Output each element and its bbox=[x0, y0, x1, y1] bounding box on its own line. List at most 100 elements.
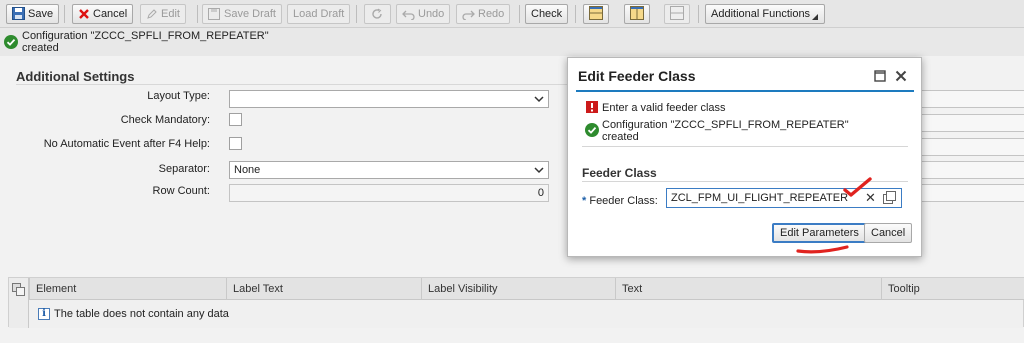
layout-columns-button[interactable] bbox=[624, 4, 650, 24]
column-header-label-visibility[interactable]: Label Visibility bbox=[421, 278, 615, 300]
chevron-down-icon bbox=[534, 167, 544, 174]
additional-functions-button[interactable]: Additional Functions bbox=[705, 4, 826, 24]
no-auto-event-checkbox[interactable] bbox=[229, 137, 242, 150]
right-field[interactable] bbox=[912, 184, 1024, 202]
right-field[interactable] bbox=[912, 90, 1024, 108]
success-message-line-2: created bbox=[602, 131, 639, 143]
message-line-1: Configuration "ZCCC_SPFLI_FROM_REPEATER" bbox=[22, 30, 269, 42]
column-header-element[interactable]: Element bbox=[29, 278, 226, 300]
error-icon bbox=[586, 101, 598, 113]
layout-split-button[interactable] bbox=[664, 4, 690, 24]
layout-split-icon bbox=[670, 6, 684, 20]
row-count-label: Row Count: bbox=[152, 185, 210, 197]
toolbar-divider bbox=[197, 5, 198, 23]
row-count-field[interactable]: 0 bbox=[229, 184, 549, 202]
clear-input-icon[interactable]: ✕ bbox=[865, 190, 876, 206]
row-count-value: 0 bbox=[537, 187, 544, 199]
feeder-class-label-text: Feeder Class: bbox=[589, 195, 658, 207]
layout-type-select[interactable] bbox=[229, 90, 549, 108]
message-text: Configuration "ZCCC_SPFLI_FROM_REPEATER"… bbox=[22, 30, 322, 54]
load-draft-button[interactable]: Load Draft bbox=[287, 4, 351, 24]
check-button[interactable]: Check bbox=[525, 4, 569, 24]
toolbar-divider bbox=[698, 5, 699, 23]
dropdown-corner-icon bbox=[812, 14, 819, 20]
feeder-class-value: ZCL_FPM_UI_FLIGHT_REPEATER bbox=[671, 192, 849, 204]
cancel-button[interactable]: Cancel bbox=[72, 4, 134, 24]
close-icon[interactable] bbox=[895, 70, 907, 82]
check-label: Check bbox=[531, 8, 563, 20]
toolbar-divider bbox=[519, 5, 520, 23]
error-message: Enter a valid feeder class bbox=[602, 102, 726, 114]
section-title: Additional Settings bbox=[16, 69, 135, 84]
column-header-text[interactable]: Text bbox=[615, 278, 881, 300]
load-draft-label: Load Draft bbox=[293, 8, 345, 20]
success-check-icon bbox=[585, 123, 599, 137]
section-divider bbox=[16, 84, 576, 85]
toolbar-divider bbox=[575, 5, 576, 23]
separator-label: Separator: bbox=[158, 163, 210, 175]
required-marker: * bbox=[582, 195, 587, 207]
dialog-divider bbox=[582, 146, 908, 147]
layout-rows-button[interactable] bbox=[583, 4, 609, 24]
refresh-button[interactable] bbox=[364, 4, 391, 24]
check-mandatory-label: Check Mandatory: bbox=[120, 114, 210, 126]
table-header: Element Label Text Label Visibility Text… bbox=[9, 278, 1024, 300]
elements-table: Element Label Text Label Visibility Text… bbox=[8, 277, 1024, 328]
right-field[interactable] bbox=[912, 161, 1024, 179]
redo-icon bbox=[462, 10, 475, 21]
layout-columns-icon bbox=[630, 6, 644, 20]
no-auto-event-label: No Automatic Event after F4 Help: bbox=[43, 138, 210, 150]
save-button[interactable]: Save bbox=[6, 4, 60, 24]
edit-label: Edit bbox=[161, 8, 180, 20]
separator-value: None bbox=[234, 164, 261, 176]
layout-rows-icon bbox=[589, 6, 603, 20]
undo-label: Undo bbox=[418, 8, 445, 20]
additional-functions-label: Additional Functions bbox=[711, 8, 811, 20]
dialog-cancel-button[interactable]: Cancel bbox=[864, 223, 913, 243]
undo-icon bbox=[402, 10, 415, 21]
section-divider bbox=[582, 181, 908, 182]
cancel-x-icon bbox=[79, 9, 89, 19]
column-header-label-text[interactable]: Label Text bbox=[226, 278, 421, 300]
right-field[interactable] bbox=[912, 114, 1024, 132]
row-selector-column bbox=[9, 278, 29, 328]
toolbar-divider bbox=[64, 5, 65, 23]
save-draft-icon bbox=[208, 8, 220, 20]
main-toolbar: Save Cancel Edit Save Draft Load Draft U… bbox=[0, 0, 1024, 28]
cancel-label: Cancel bbox=[93, 8, 128, 20]
info-icon: i bbox=[38, 308, 50, 320]
value-help-icon[interactable] bbox=[883, 191, 896, 204]
dialog-title: Edit Feeder Class bbox=[578, 68, 696, 84]
edit-parameters-button[interactable]: Edit Parameters bbox=[772, 223, 867, 243]
success-message-line-1: Configuration "ZCCC_SPFLI_FROM_REPEATER" bbox=[602, 119, 849, 131]
success-check-icon bbox=[4, 35, 18, 49]
empty-table-row: i The table does not contain any data bbox=[29, 300, 1023, 328]
column-header-tooltip[interactable]: Tooltip bbox=[881, 278, 1024, 300]
refresh-icon bbox=[372, 8, 382, 19]
save-label: Save bbox=[28, 8, 54, 20]
select-all-icon[interactable] bbox=[12, 283, 25, 296]
message-strip: Configuration "ZCCC_SPFLI_FROM_REPEATER"… bbox=[0, 28, 1024, 56]
right-field[interactable] bbox=[912, 138, 1024, 156]
feeder-class-section-title: Feeder Class bbox=[582, 166, 657, 180]
message-line-2: created bbox=[22, 42, 59, 54]
chevron-down-icon bbox=[534, 96, 544, 103]
layout-type-label: Layout Type: bbox=[147, 90, 210, 102]
dialog-title-underline bbox=[576, 90, 914, 92]
redo-button[interactable]: Redo bbox=[456, 4, 511, 24]
floppy-icon bbox=[12, 7, 25, 20]
empty-table-text: The table does not contain any data bbox=[54, 308, 229, 320]
edit-feeder-class-dialog: Edit Feeder Class Enter a valid feeder c… bbox=[567, 57, 922, 257]
redo-label: Redo bbox=[478, 8, 505, 20]
edit-button[interactable]: Edit bbox=[140, 4, 186, 24]
save-draft-button[interactable]: Save Draft bbox=[202, 4, 282, 24]
feeder-class-label: * Feeder Class: bbox=[582, 195, 658, 207]
check-mandatory-checkbox[interactable] bbox=[229, 113, 242, 126]
success-message: Configuration "ZCCC_SPFLI_FROM_REPEATER"… bbox=[602, 119, 849, 143]
toolbar-divider bbox=[356, 5, 357, 23]
maximize-icon[interactable] bbox=[874, 70, 886, 82]
save-draft-label: Save Draft bbox=[224, 8, 276, 20]
separator-select[interactable]: None bbox=[229, 161, 549, 179]
pencil-icon bbox=[147, 9, 157, 19]
undo-button[interactable]: Undo bbox=[396, 4, 451, 24]
